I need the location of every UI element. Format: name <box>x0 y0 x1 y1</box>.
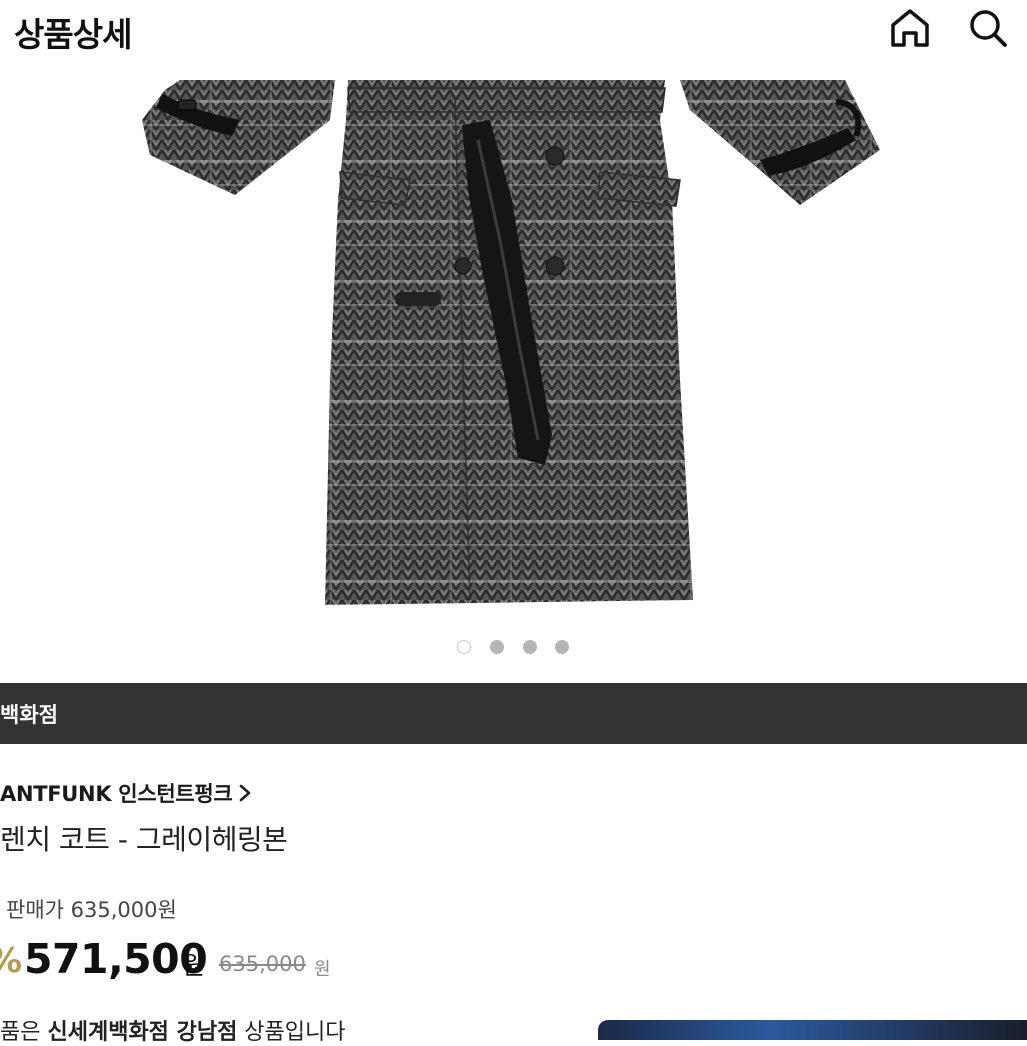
notice-prefix: 품은 <box>0 1020 48 1045</box>
brand-name: ANTFUNK 인스턴트펑크 <box>0 782 233 806</box>
store-notice: 품은 신세계백화점 강남점 상품입니다 <box>0 1014 346 1046</box>
search-icon[interactable] <box>966 6 1010 50</box>
coat-right-sleeve <box>680 80 880 205</box>
list-price-label: 판매가 635,000원 <box>6 898 177 922</box>
sale-price-unit: 원 <box>182 951 206 980</box>
notice-store: 신세계백화점 강남점 <box>47 1020 238 1045</box>
coat-body <box>325 80 693 605</box>
page-title: 상품상세 <box>14 15 132 54</box>
discount-rate: % <box>0 941 22 981</box>
store-name: 백화점 <box>0 703 58 727</box>
carousel-dot-2[interactable] <box>490 640 504 654</box>
product-name: 렌치 코트 - 그레이헤링본 <box>0 823 288 856</box>
sale-price: 571,500 <box>24 935 208 983</box>
notice-suffix: 상품입니다 <box>237 1020 346 1045</box>
chevron-right-icon <box>238 783 252 808</box>
carousel-indicator <box>455 638 575 656</box>
promo-thumbnail[interactable] <box>598 1020 1027 1040</box>
original-price-unit: 원 <box>314 959 331 980</box>
top-app-bar: 상품상세 <box>0 0 1027 80</box>
carousel-dot-3[interactable] <box>523 640 537 654</box>
carousel-dot-4[interactable] <box>555 640 569 654</box>
coat-left-sleeve <box>142 80 335 195</box>
store-banner[interactable]: 백화점 <box>0 683 1027 744</box>
brand-link[interactable]: ANTFUNK 인스턴트펑크 <box>0 778 252 808</box>
home-icon[interactable] <box>888 6 932 50</box>
carousel-dot-1[interactable] <box>457 640 471 654</box>
original-price: 635,000 <box>219 952 306 976</box>
product-image[interactable] <box>0 80 1027 636</box>
